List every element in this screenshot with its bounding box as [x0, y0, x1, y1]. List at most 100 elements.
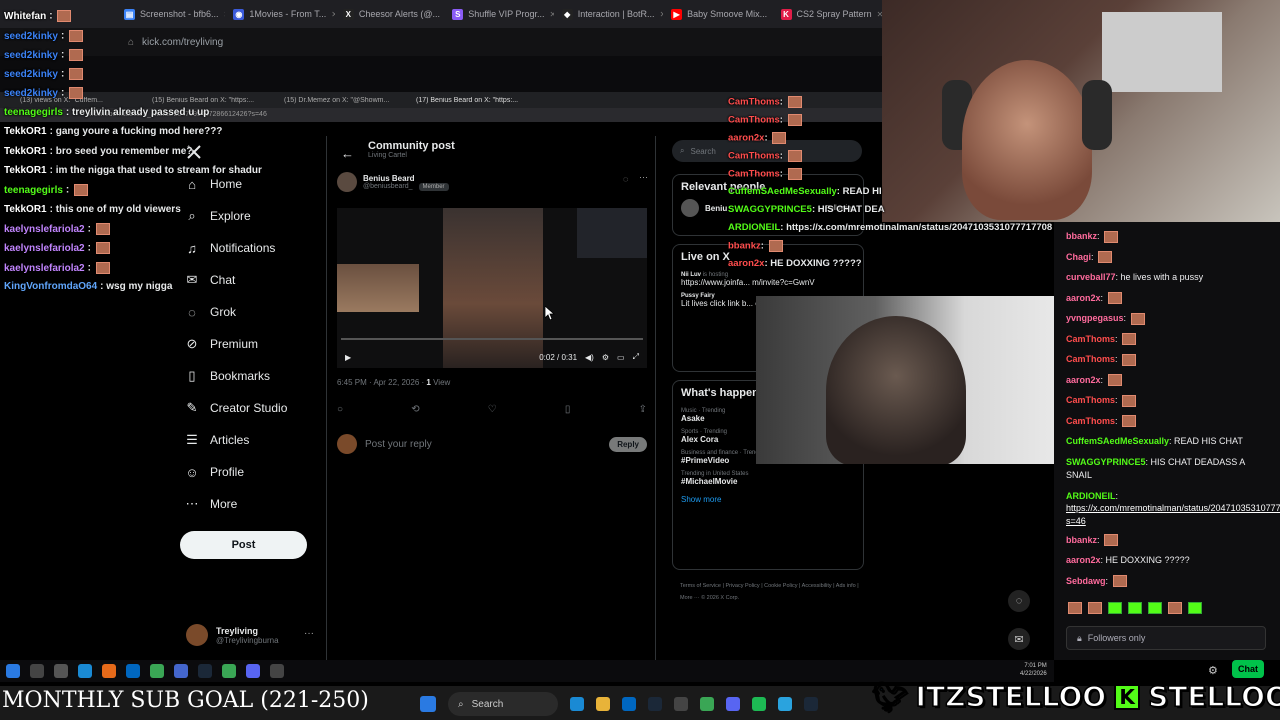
chat-username[interactable]: aaron2x	[728, 133, 764, 144]
reply-icon[interactable]: ○	[337, 404, 343, 415]
chat-username[interactable]: yvngpegasus	[1066, 313, 1124, 323]
chat-username[interactable]: aaron2x	[1066, 555, 1101, 565]
chat-username[interactable]: TekkOR1	[4, 204, 47, 215]
emote-icon[interactable]	[1148, 602, 1162, 614]
post-author[interactable]: Benius Beard @beniusbeard_ Member	[337, 172, 449, 192]
chat-username[interactable]: aaron2x	[728, 258, 764, 269]
chat-username[interactable]: TekkOR1	[4, 146, 47, 157]
settings-icon[interactable]: ⚙	[1208, 664, 1218, 677]
chat-username[interactable]: bbankz	[1066, 535, 1097, 545]
browser-tab[interactable]: S Shuffle VIP Progr... ✕	[446, 3, 554, 25]
chat-username[interactable]: KingVonfromdaO64	[4, 281, 97, 292]
post-button[interactable]: Post	[180, 531, 307, 559]
like-icon[interactable]: ♡	[488, 404, 497, 415]
windows-search[interactable]: ⌕ Search	[448, 692, 558, 716]
chat-username[interactable]: CamThoms	[728, 169, 780, 180]
chat-username[interactable]: CuffemSAedMeSexually	[728, 186, 837, 197]
emote-icon[interactable]	[1088, 602, 1102, 614]
nav-item-premium[interactable]: ⊘ Premium	[184, 328, 287, 360]
nav-item-grok[interactable]: ◌ Grok	[184, 296, 287, 328]
tab-close-icon[interactable]: ✕	[549, 10, 553, 19]
chat-username[interactable]: seed2kinky	[4, 69, 58, 80]
community-name[interactable]: Living Cartel	[368, 152, 455, 159]
chat-link[interactable]: https://x.com/mremotinalman/status/20471…	[1054, 500, 1280, 530]
trend-item[interactable]: Trending in United States #MichaelMovie	[673, 468, 863, 489]
browser-tab[interactable]: ◆ Interaction | BotR... ✕	[556, 3, 663, 25]
chat-username[interactable]: kaelynslefariola2	[4, 243, 85, 254]
chat-username[interactable]: Chagi	[1066, 252, 1091, 262]
chat-username[interactable]: TekkOR1	[4, 126, 47, 137]
live-item[interactable]: Nii Luv is hosting https://www.joinfa...…	[673, 269, 863, 290]
emote-icon[interactable]	[1068, 602, 1082, 614]
chat-username[interactable]: kaelynslefariola2	[4, 224, 85, 235]
chrome-icon[interactable]	[700, 697, 714, 711]
footer-links[interactable]: Terms of Service | Privacy Policy | Cook…	[680, 580, 860, 604]
emote-icon[interactable]	[1168, 602, 1182, 614]
store-icon[interactable]	[126, 664, 140, 678]
nav-item-more[interactable]: ⋯ More	[184, 488, 287, 520]
steam-icon[interactable]	[804, 697, 818, 711]
chat-username[interactable]: teenagegirls	[4, 107, 63, 118]
chat-username[interactable]: Whitefan	[4, 11, 46, 22]
grok-icon[interactable]: ◌	[623, 174, 628, 184]
browser-tab[interactable]: XCheesor Alerts (@...✕	[337, 3, 444, 25]
nav-item-articles[interactable]: ☰ Articles	[184, 424, 287, 456]
chat-username[interactable]: ARDIONEIL	[728, 222, 780, 233]
inner-browser-tab[interactable]: (17) Benius Beard on X: "https:...	[416, 97, 534, 104]
nav-item-profile[interactable]: ☺ Profile	[184, 456, 287, 488]
emote-icon[interactable]	[1188, 602, 1202, 614]
emote-icon[interactable]	[1128, 602, 1142, 614]
chat-username[interactable]: seed2kinky	[4, 31, 58, 42]
video-player[interactable]: ▶ 0:02 / 0:31 ◀) ⚙ ▭ ⤢	[337, 208, 647, 368]
chat-username[interactable]: bbankz	[728, 241, 761, 252]
more-dots-icon[interactable]: ···	[639, 172, 648, 182]
edge-icon[interactable]	[78, 664, 92, 678]
chat-username[interactable]: Sebdawg	[1066, 576, 1106, 586]
grok-icon[interactable]: ◌	[1008, 590, 1030, 612]
chat-username[interactable]: seed2kinky	[4, 88, 58, 99]
play-icon[interactable]: ▶	[345, 353, 351, 362]
chat-username[interactable]: kaelynslefariola2	[4, 263, 85, 274]
chat-input[interactable]: 🔒︎ Followers only	[1066, 626, 1266, 650]
task-view-icon[interactable]	[54, 664, 68, 678]
folder-icon[interactable]	[596, 697, 610, 711]
firefox-icon[interactable]	[102, 664, 116, 678]
tab-close-icon[interactable]: ✕	[331, 10, 335, 19]
nav-item-creator-studio[interactable]: ✎ Creator Studio	[184, 392, 288, 424]
windows-start-icon[interactable]	[420, 696, 436, 712]
share-icon[interactable]: ⇪	[639, 404, 647, 415]
chat-username[interactable]: ARDIONEIL	[1066, 491, 1116, 501]
chat-send-button[interactable]: Chat	[1232, 660, 1264, 678]
chat-username[interactable]: CamThoms	[1066, 395, 1115, 405]
emote-icon[interactable]	[1108, 602, 1122, 614]
obs-icon[interactable]	[270, 664, 284, 678]
discord-icon[interactable]	[246, 664, 260, 678]
chat-username[interactable]: CamThoms	[728, 151, 780, 162]
steam-icon[interactable]	[648, 697, 662, 711]
emote-bar[interactable]	[1066, 602, 1266, 616]
telegram-icon[interactable]	[778, 697, 792, 711]
settings-icon[interactable]: ⚙	[602, 353, 609, 362]
chat-username[interactable]: aaron2x	[1066, 375, 1101, 385]
tab-close-icon[interactable]: ✕	[660, 10, 664, 19]
browser-tab[interactable]: ▶Baby Smoove Mix...✕	[665, 3, 773, 25]
chat-username[interactable]: CamThoms	[728, 97, 780, 108]
video-progress[interactable]	[341, 338, 643, 340]
search-icon[interactable]	[30, 664, 44, 678]
messages-icon[interactable]: ✉	[1008, 628, 1030, 650]
app-icon[interactable]	[174, 664, 188, 678]
chat-username[interactable]: TekkOR1	[4, 165, 47, 176]
chat-username[interactable]: SWAGGYPRINCE5	[1066, 457, 1146, 467]
chat-username[interactable]: CuffemSAedMeSexually	[1066, 436, 1169, 446]
account-switcher[interactable]: Treyliving @Treylivingburna ···	[186, 624, 314, 646]
chat-username[interactable]: CamThoms	[1066, 334, 1115, 344]
edge-icon[interactable]	[570, 697, 584, 711]
relevant-name[interactable]: Beniu	[705, 204, 727, 213]
more-dots-icon[interactable]: ···	[304, 628, 314, 639]
fullscreen-icon[interactable]: ⤢	[633, 352, 639, 362]
chat-username[interactable]: CamThoms	[1066, 416, 1115, 426]
reply-input[interactable]: Post your reply	[365, 439, 601, 450]
pip-icon[interactable]: ▭	[617, 353, 625, 362]
inner-browser-tab[interactable]: (15) Dr.Memez on X: "@Showm...	[284, 97, 402, 104]
chrome-icon[interactable]	[150, 664, 164, 678]
